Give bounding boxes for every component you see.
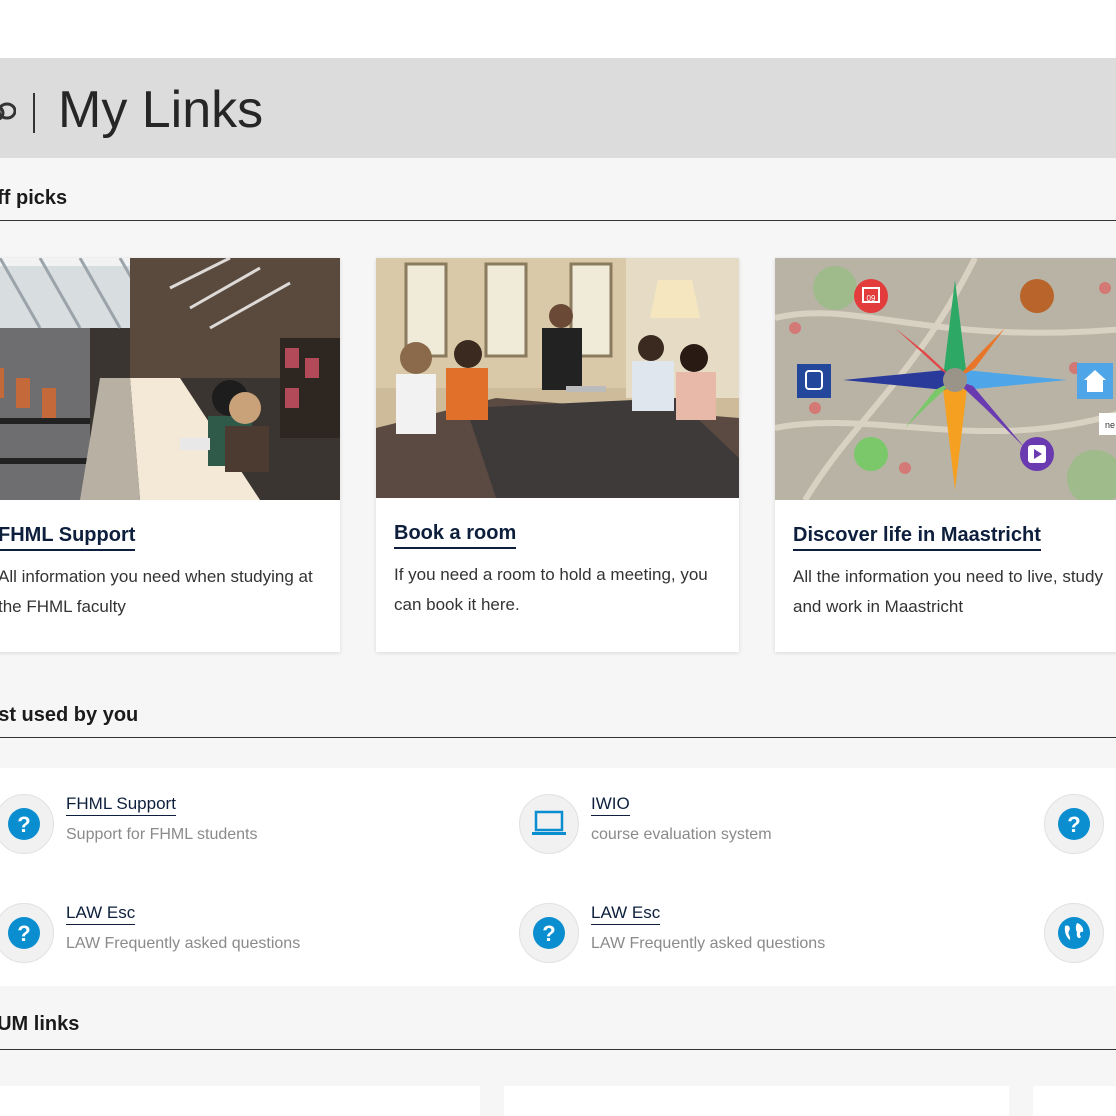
map-edge-tag: ne <box>1105 420 1115 430</box>
link-title[interactable]: LAW Esc <box>591 903 661 925</box>
most-used-heading: ost used by you <box>0 704 139 726</box>
card-title[interactable]: FHML Support <box>0 524 136 551</box>
card-discover-maastricht[interactable]: 09 ne Discover life in Maastricht All th… <box>775 258 1116 652</box>
svg-text:?: ? <box>17 921 30 946</box>
card-fhml-support[interactable]: FHML Support All information you need wh… <box>0 258 340 652</box>
card-title[interactable]: Book a room <box>394 522 517 549</box>
most-used-divider <box>0 737 1116 738</box>
link-description: LAW Frequently asked questions <box>591 935 826 952</box>
link-icon <box>0 102 16 121</box>
card-title[interactable]: Discover life in Maastricht <box>793 524 1041 551</box>
card-description: All information you need when studying a… <box>0 567 313 616</box>
link-card[interactable] <box>504 1086 1009 1116</box>
page-title: My Links <box>58 81 264 139</box>
card-description: If you need a room to hold a meeting, yo… <box>394 565 708 614</box>
link-title[interactable]: LAW Esc <box>66 903 136 925</box>
link-description: LAW Frequently asked questions <box>66 935 301 952</box>
staff-picks-heading: aff picks <box>0 187 68 209</box>
card-description: All the information you need to live, st… <box>793 567 1103 616</box>
svg-text:?: ? <box>542 921 555 946</box>
link-title[interactable]: IWIO <box>591 794 630 816</box>
card-book-a-room[interactable]: Book a room If you need a room to hold a… <box>376 258 739 652</box>
svg-text:?: ? <box>17 812 30 837</box>
staff-picks-divider <box>0 220 1116 221</box>
link-description: Support for FHML students <box>66 826 258 843</box>
map-compass-image: 09 ne <box>775 258 1116 500</box>
link-title[interactable]: FHML Support <box>66 794 176 816</box>
link-description: course evaluation system <box>591 826 772 843</box>
question-icon[interactable]: ? <box>519 903 579 963</box>
link-card[interactable] <box>0 1086 480 1116</box>
top-bar <box>0 0 1116 58</box>
globe-icon[interactable] <box>1044 903 1104 963</box>
all-links-divider <box>0 1049 1116 1050</box>
link-card[interactable] <box>1033 1086 1116 1116</box>
calendar-day-label: 09 <box>867 294 876 303</box>
question-icon[interactable]: ? <box>1044 794 1104 854</box>
library-image <box>0 258 340 500</box>
laptop-icon[interactable] <box>519 794 579 854</box>
svg-text:?: ? <box>1067 812 1080 837</box>
all-links-heading: l UM links <box>0 1013 80 1035</box>
title-separator <box>33 93 35 133</box>
meeting-room-image <box>376 258 739 500</box>
